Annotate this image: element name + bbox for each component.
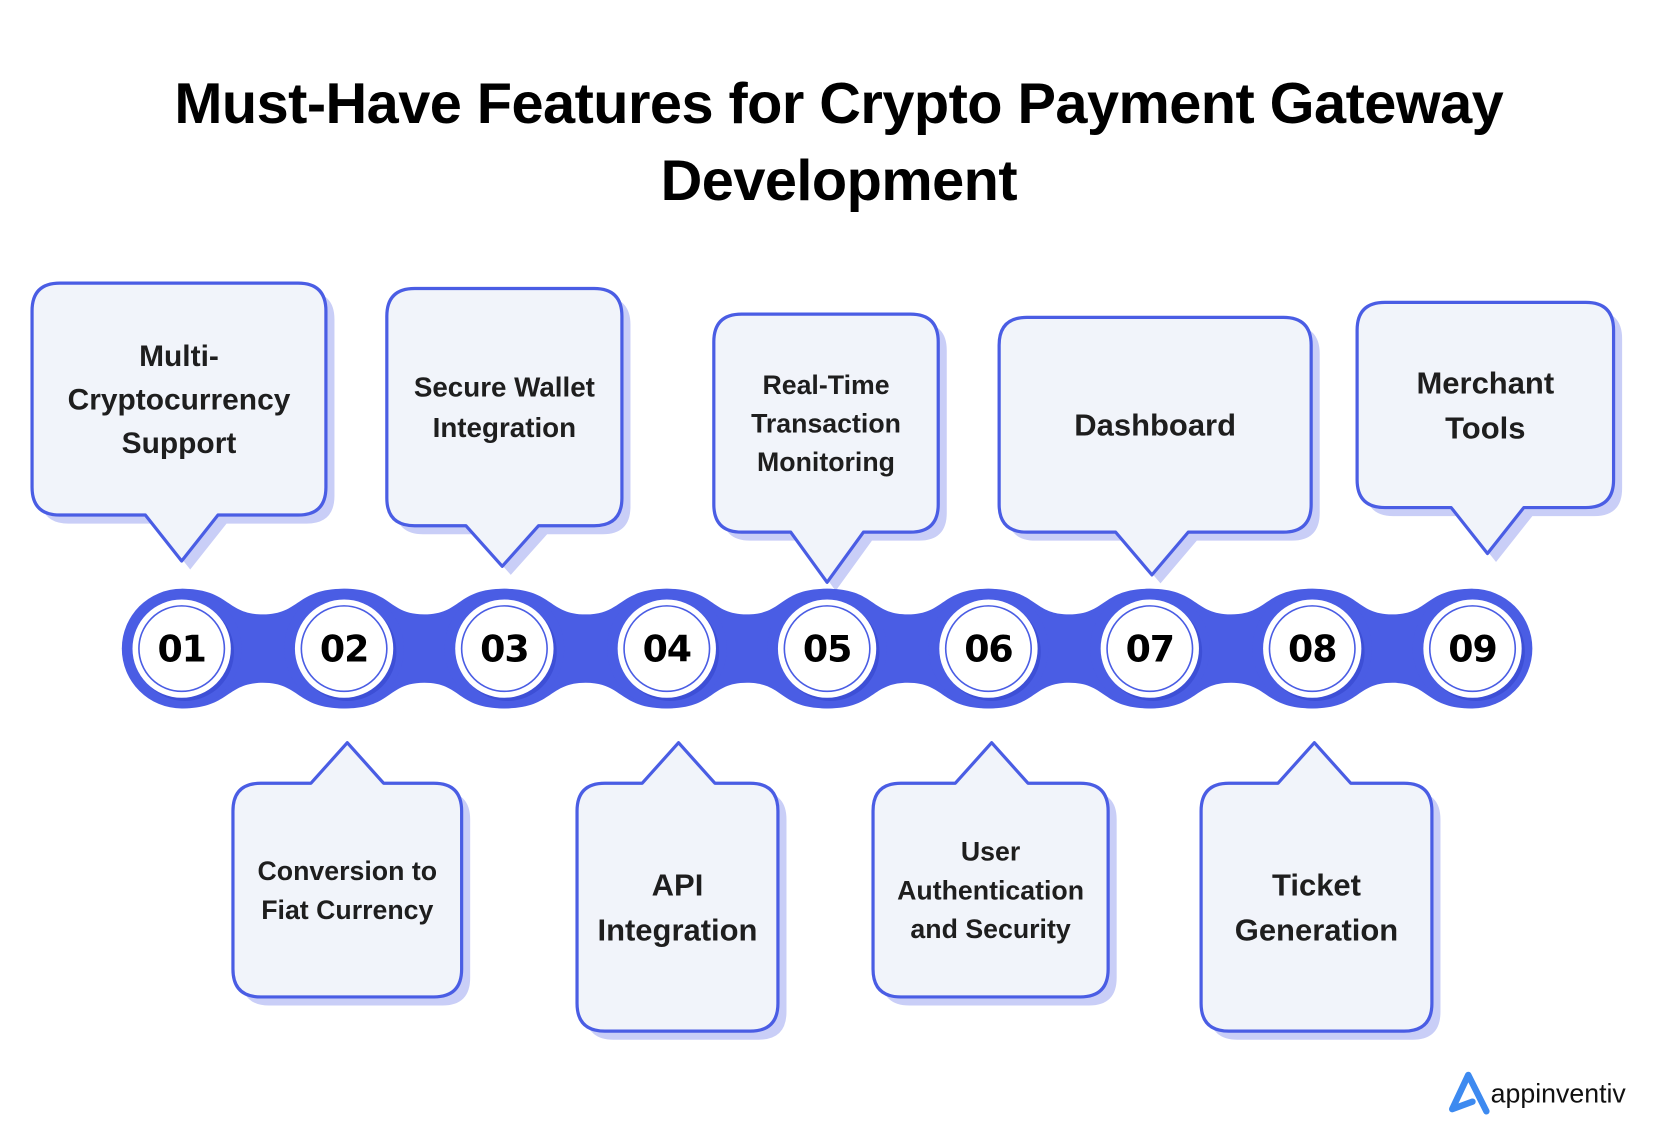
feature-label-line: Conversion to: [258, 856, 438, 886]
feature-label-line: Generation: [1235, 913, 1398, 948]
feature-label-line: User: [961, 837, 1020, 867]
feature-callout-03: Secure Wallet Integration: [385, 286, 631, 575]
step-node-05: 05: [767, 588, 887, 709]
feature-label-line: Integration: [433, 412, 576, 443]
feature-label-line: Support: [122, 427, 237, 460]
title-line-1: Must-Have Features for Crypto Payment Ga…: [174, 72, 1503, 136]
step-number: 02: [320, 627, 368, 670]
step-number: 01: [157, 627, 205, 670]
feature-label-line: Ticket: [1272, 868, 1361, 903]
appinventiv-logo-icon: [1449, 1071, 1490, 1115]
step-node-09: 09: [1412, 588, 1533, 709]
brand-logo: appinventiv: [1449, 1071, 1627, 1115]
infographic-canvas: Must-Have Features for Crypto Payment Ga…: [30, 72, 1627, 1115]
step-number: 05: [803, 627, 851, 670]
feature-label-line: Authentication: [897, 875, 1084, 905]
feature-label-line: Real-Time: [762, 370, 889, 400]
feature-label-line: Integration: [597, 913, 757, 948]
step-number: 09: [1448, 627, 1496, 670]
feature-callout-07: Dashboard: [997, 315, 1320, 584]
step-node-08: 08: [1252, 588, 1373, 709]
title-line-2: Development: [661, 149, 1018, 213]
title-block: Must-Have Features for Crypto Payment Ga…: [174, 72, 1504, 213]
step-number: 08: [1288, 627, 1336, 670]
step-node-02: 02: [284, 588, 404, 709]
feature-label-line: Monitoring: [757, 447, 895, 477]
step-number: 07: [1126, 627, 1174, 670]
feature-label-line: Transaction: [751, 408, 901, 438]
feature-label-line: Fiat Currency: [261, 895, 433, 925]
feature-callout-04: API Integration: [575, 741, 787, 1040]
feature-label-line: Merchant: [1417, 365, 1555, 400]
step-number: 03: [480, 627, 528, 670]
step-node-07: 07: [1089, 588, 1210, 709]
feature-callout-08: Ticket Generation: [1199, 741, 1441, 1040]
feature-label-line: Multi-: [139, 340, 219, 373]
step-node-01: 01: [121, 588, 242, 709]
feature-label-line: Tools: [1445, 410, 1525, 445]
feature-label-line: Secure Wallet: [414, 372, 595, 403]
step-node-04: 04: [606, 588, 727, 709]
step-node-06: 06: [928, 588, 1049, 709]
number-chain: 01 02 03 04 05 06 07 08 09: [121, 588, 1533, 709]
feature-callout-01: Multi- Cryptocurrency Support: [30, 281, 335, 570]
feature-label-line: Cryptocurrency: [68, 384, 291, 417]
step-number: 06: [964, 627, 1012, 670]
feature-callout-05: Real-Time Transaction Monitoring: [712, 312, 947, 591]
feature-callout-09: Merchant Tools: [1355, 300, 1623, 563]
feature-label-line: and Security: [910, 914, 1070, 944]
feature-label-line: Dashboard: [1074, 408, 1236, 443]
brand-name: appinventiv: [1491, 1079, 1627, 1109]
feature-callout-06: User Authentication and Security: [871, 741, 1117, 1006]
feature-label-line: API: [652, 868, 704, 903]
step-number: 04: [643, 627, 691, 670]
step-node-03: 03: [444, 588, 565, 709]
callout-box: [871, 741, 1110, 999]
feature-callout-02: Conversion to Fiat Currency: [231, 741, 471, 1006]
